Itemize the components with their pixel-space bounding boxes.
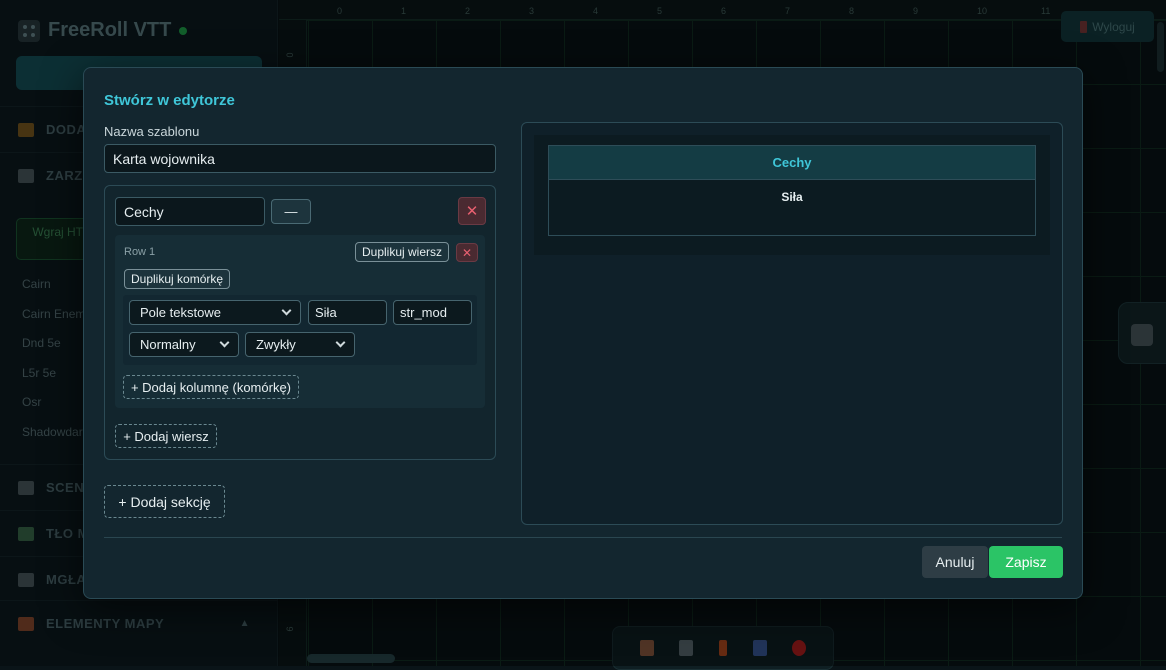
cell-type-select[interactable]: Pole tekstowe	[129, 300, 301, 325]
modal-title: Stwórz w edytorze	[104, 92, 235, 109]
close-icon: ✕	[461, 245, 473, 260]
cell-size-select[interactable]: Normalny	[129, 332, 239, 357]
cell-key-input[interactable]: str_mod	[393, 300, 472, 325]
template-name-label: Nazwa szablonu	[104, 124, 200, 139]
add-row-button[interactable]: + Dodaj wiersz	[115, 424, 217, 448]
cell-size-value: Normalny	[140, 337, 196, 352]
template-preview: Cechy Siła	[521, 122, 1063, 525]
save-button[interactable]: Zapisz	[989, 546, 1063, 578]
preview-section-table: Cechy Siła	[548, 145, 1036, 236]
add-section-button[interactable]: + Dodaj sekcję	[104, 485, 225, 518]
cell-style-select[interactable]: Zwykły	[245, 332, 355, 357]
template-editor-modal: Stwórz w edytorze Nazwa szablonu — ✕ Row…	[83, 67, 1083, 599]
delete-section-button[interactable]: ✕	[458, 197, 486, 225]
section-name-input[interactable]	[115, 197, 265, 226]
cell-editor: Pole tekstowe Siła str_mod Normalny Zwyk…	[123, 295, 477, 365]
duplicate-cell-button[interactable]: Duplikuj komórkę	[124, 269, 231, 289]
duplicate-row-button[interactable]: Duplikuj wiersz	[355, 242, 450, 262]
preview-cell: Siła	[781, 190, 803, 204]
chevron-down-icon	[219, 337, 230, 348]
footer-divider	[104, 537, 1062, 538]
template-name-input[interactable]	[104, 144, 496, 173]
collapse-section-button[interactable]: —	[271, 199, 311, 224]
cell-style-value: Zwykły	[256, 337, 296, 352]
preview-section-header: Cechy	[549, 146, 1035, 180]
cell-type-value: Pole tekstowe	[140, 305, 221, 320]
section-editor: — ✕ Row 1 Duplikuj wiersz ✕ Duplikuj kom…	[104, 185, 496, 460]
cancel-button[interactable]: Anuluj	[922, 546, 988, 578]
chevron-down-icon	[335, 337, 346, 348]
close-icon: ✕	[465, 203, 479, 220]
delete-row-button[interactable]: ✕	[456, 243, 478, 262]
cell-label-input[interactable]: Siła	[308, 300, 387, 325]
chevron-down-icon	[281, 305, 292, 316]
preview-sheet: Cechy Siła	[534, 135, 1050, 255]
row-label: Row 1	[124, 246, 156, 258]
add-column-button[interactable]: + Dodaj kolumnę (komórkę)	[123, 375, 299, 399]
row-editor: Row 1 Duplikuj wiersz ✕ Duplikuj komórkę…	[115, 235, 485, 408]
